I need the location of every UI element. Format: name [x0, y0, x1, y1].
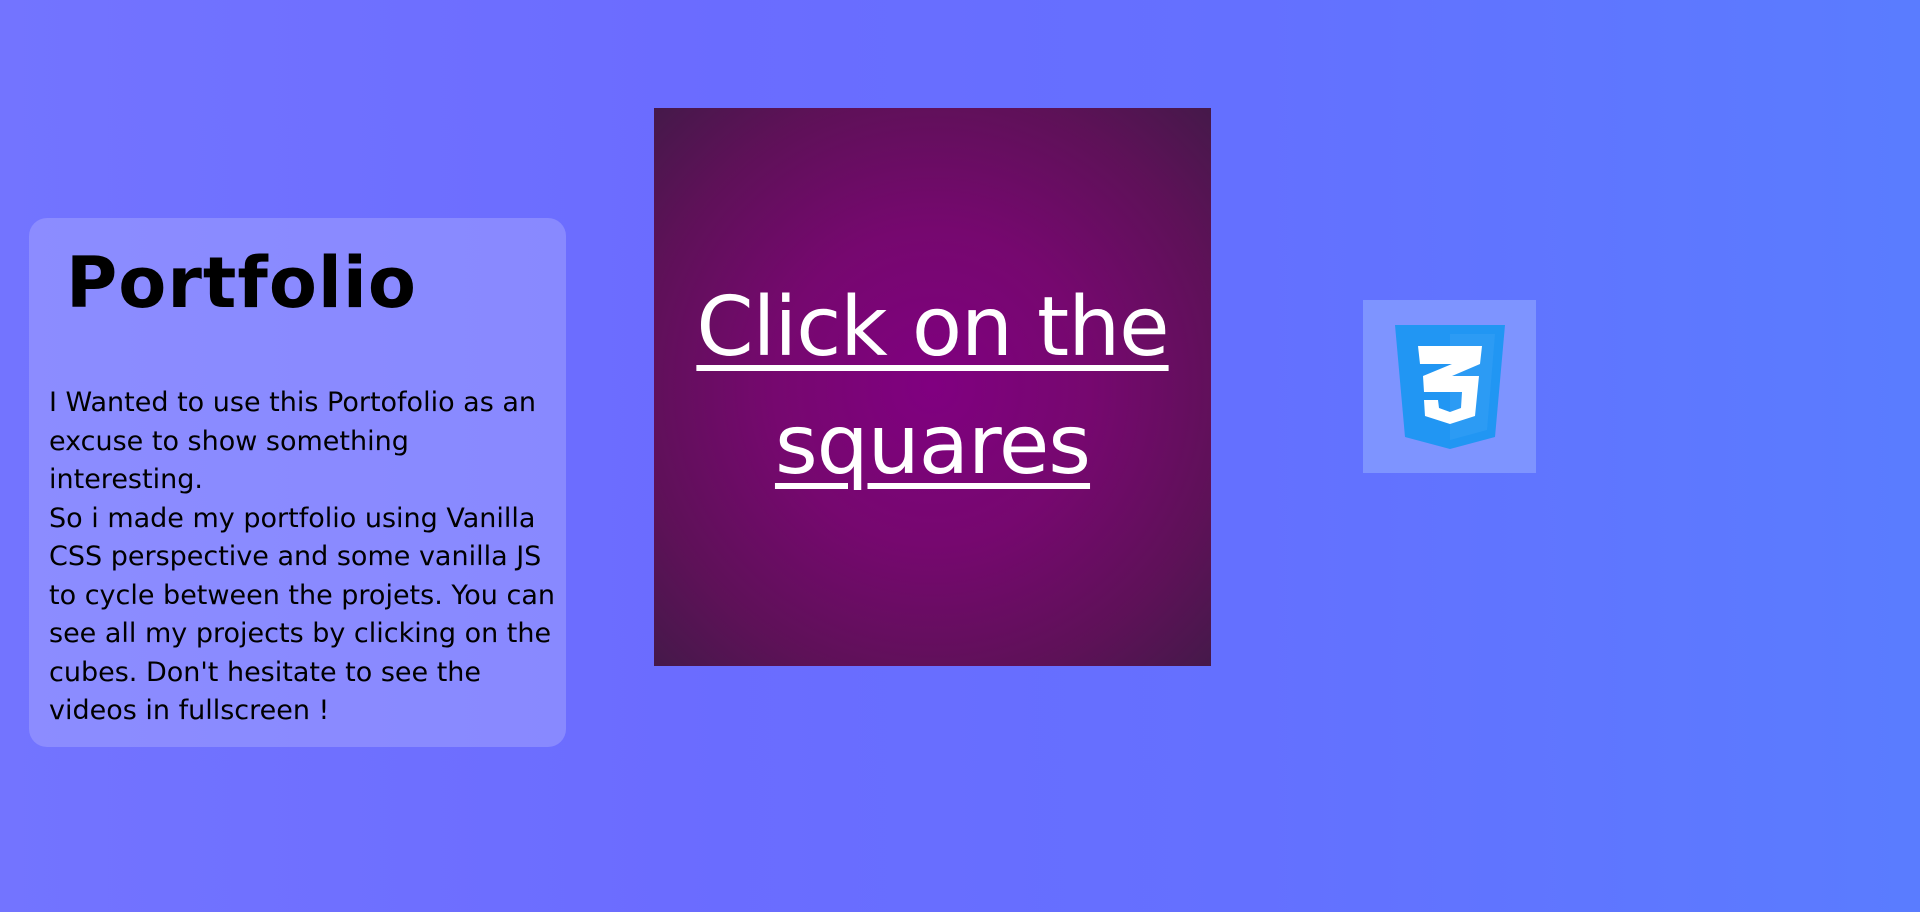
intro-description: I Wanted to use this Portofolio as an ex…	[49, 387, 555, 726]
click-squares-tile[interactable]: Click on the squares	[654, 108, 1211, 666]
page-title: Portfolio	[66, 242, 418, 324]
css3-icon	[1394, 324, 1505, 449]
css3-tile[interactable]	[1363, 300, 1536, 473]
click-squares-label[interactable]: Click on the squares	[654, 269, 1211, 505]
intro-panel: Portfolio I Wanted to use this Portofoli…	[29, 218, 566, 747]
